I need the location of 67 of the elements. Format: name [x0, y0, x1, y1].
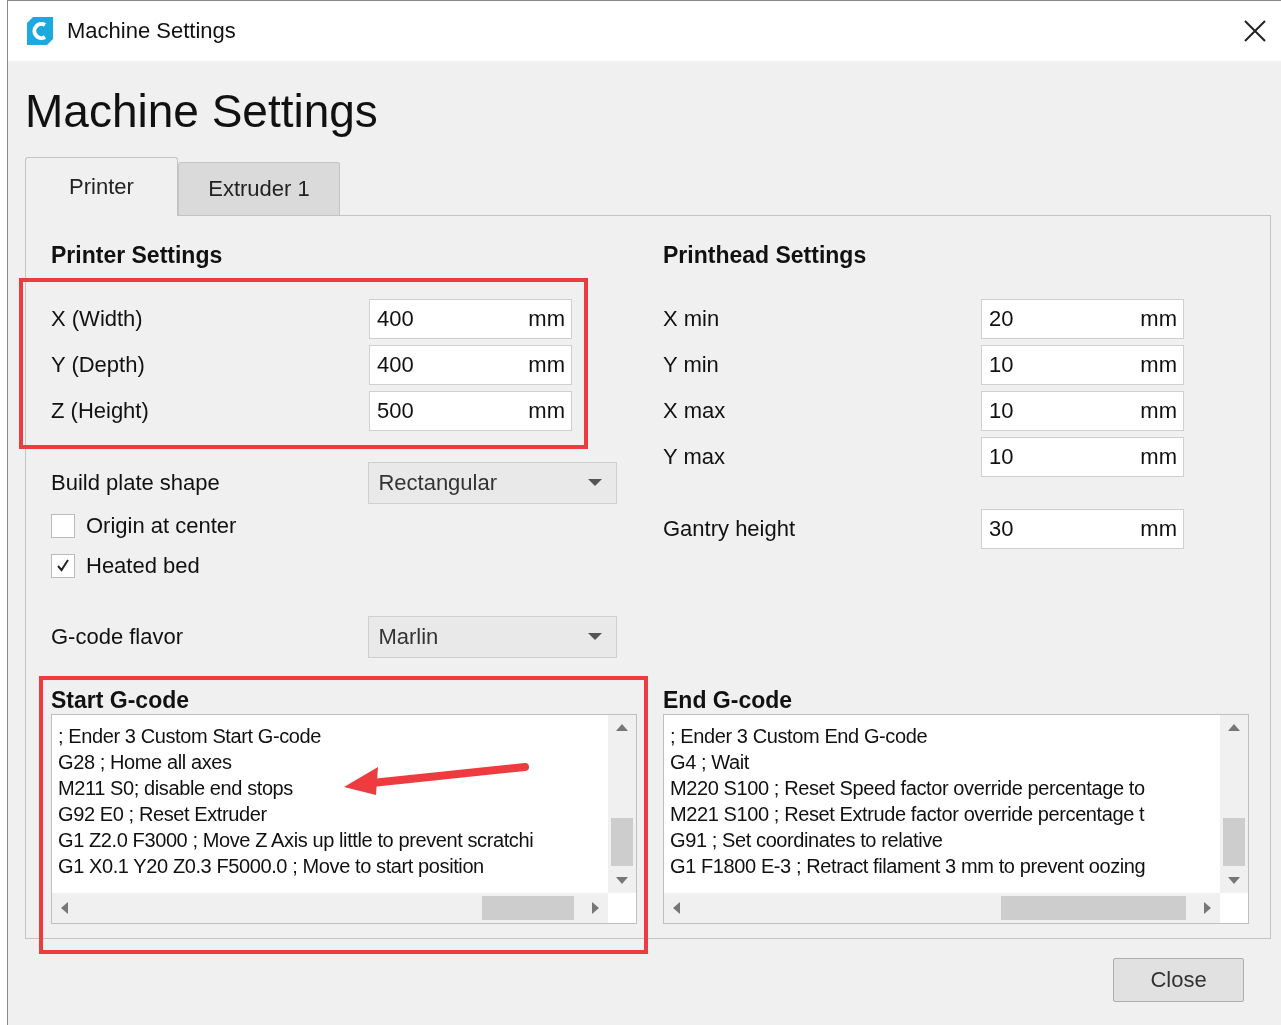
code-line: G4 ; Wait: [670, 750, 749, 775]
field-label: Y (Depth): [51, 352, 146, 378]
checkmark-icon: [55, 558, 71, 574]
checkbox-label: Origin at center: [86, 513, 238, 539]
code-editor[interactable]: [663, 714, 1249, 924]
dropdown[interactable]: Rectangular: [368, 462, 617, 504]
field-label: Gantry height: [663, 516, 797, 542]
page-heading: Machine Settings: [25, 84, 379, 139]
horizontal-scrollbar[interactable]: [664, 893, 1220, 923]
checkbox[interactable]: [51, 514, 75, 538]
checkbox[interactable]: [51, 554, 75, 578]
scroll-up-icon[interactable]: [1228, 723, 1240, 731]
horizontal-scrollbar[interactable]: [52, 893, 608, 923]
scroll-left-icon[interactable]: [672, 902, 680, 914]
scrollbar-thumb[interactable]: [611, 817, 633, 866]
vertical-scrollbar[interactable]: [1220, 715, 1248, 893]
window-title: Machine Settings: [67, 18, 237, 44]
scroll-down-icon[interactable]: [1228, 877, 1240, 885]
checkbox-label: Heated bed: [86, 553, 201, 579]
input-field[interactable]: 400 mm: [369, 299, 572, 339]
field-label: Y min: [663, 352, 720, 378]
input-field[interactable]: 10 mm: [981, 391, 1184, 431]
scroll-right-icon[interactable]: [592, 902, 600, 914]
scroll-down-icon[interactable]: [616, 877, 628, 885]
input-field[interactable]: 400 mm: [369, 345, 572, 385]
scroll-left-icon[interactable]: [60, 902, 68, 914]
code-line: G91 ; Set coordinates to relative: [670, 828, 943, 853]
code-editor[interactable]: [51, 714, 637, 924]
input-field[interactable]: 30 mm: [981, 509, 1184, 549]
scrollbar-thumb[interactable]: [482, 896, 574, 920]
code-line: M220 S100 ; Reset Speed factor override percentage to: [670, 776, 1145, 801]
field-label: Y max: [663, 444, 726, 470]
scrollbar-thumb[interactable]: [1223, 817, 1245, 866]
section-title: Printer Settings: [51, 241, 224, 270]
code-line: G92 E0 ; Reset Extruder: [58, 802, 267, 827]
field-label: G-code flavor: [51, 624, 185, 650]
field-label: Z (Height): [51, 398, 150, 424]
code-line: M211 S0; disable end stops: [58, 776, 293, 801]
code-line: G28 ; Home all axes: [58, 750, 232, 775]
code-line: G1 F1800 E-3 ; Retract filament 3 mm to prevent oozing: [670, 854, 1146, 879]
scroll-up-icon[interactable]: [616, 723, 628, 731]
input-field[interactable]: 10 mm: [981, 345, 1184, 385]
input-field[interactable]: 20 mm: [981, 299, 1184, 339]
tab[interactable]: Printer: [25, 157, 178, 216]
field-label: X (Width): [51, 306, 144, 332]
section-title: End G-code: [663, 686, 794, 714]
input-field[interactable]: 10 mm: [981, 437, 1184, 477]
close-button[interactable]: Close: [1113, 958, 1244, 1002]
caret-icon: [588, 479, 602, 487]
field-label: Build plate shape: [51, 470, 221, 496]
code-line: G1 Z2.0 F3000 ; Move Z Axis up little to prevent scratchi: [58, 828, 534, 853]
input-field[interactable]: 500 mm: [369, 391, 572, 431]
caret-icon: [588, 633, 602, 641]
field-label: X min: [663, 306, 721, 332]
section-title: Printhead Settings: [663, 241, 868, 270]
scrollbar-thumb[interactable]: [1001, 896, 1186, 920]
dropdown[interactable]: Marlin: [368, 616, 617, 658]
field-label: X max: [663, 398, 727, 424]
code-line: G1 X0.1 Y20 Z0.3 F5000.0 ; Move to start position: [58, 854, 484, 879]
code-line: ; Ender 3 Custom Start G-code: [58, 724, 321, 749]
scroll-right-icon[interactable]: [1204, 902, 1212, 914]
code-line: ; Ender 3 Custom End G-code: [670, 724, 928, 749]
section-title: Start G-code: [51, 686, 191, 714]
close-icon[interactable]: [1243, 19, 1267, 43]
vertical-scrollbar[interactable]: [608, 715, 636, 893]
code-line: M221 S100 ; Reset Extrude factor override percentage t: [670, 802, 1145, 827]
tab[interactable]: Extruder 1: [178, 162, 340, 215]
